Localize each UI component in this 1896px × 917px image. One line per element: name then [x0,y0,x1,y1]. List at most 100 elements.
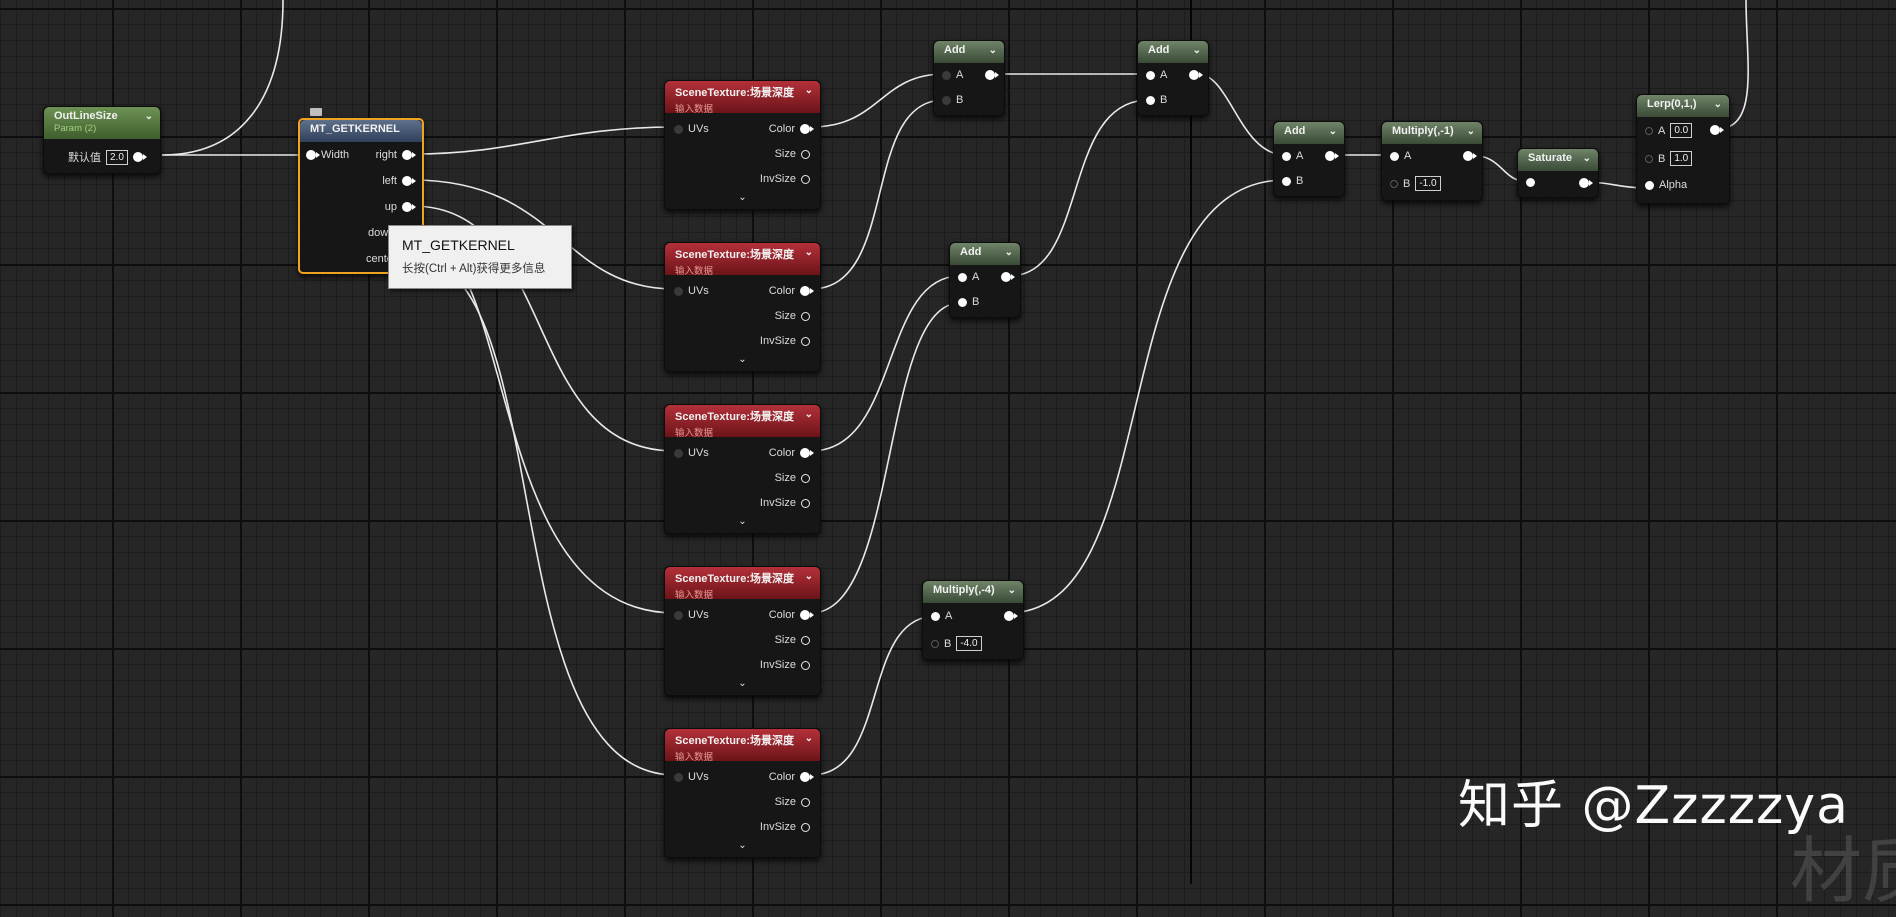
chevron-down-icon[interactable]: ⌄ [805,409,813,420]
expand-chevron-icon[interactable]: ⌄ [665,678,820,689]
input-pin-icon[interactable] [674,124,683,134]
chevron-down-icon[interactable]: ⌄ [1583,153,1591,164]
output-pin-icon[interactable] [800,610,814,620]
output-pin-icon[interactable] [1463,151,1477,161]
pin-uvs[interactable]: UVs [674,285,709,297]
output-pin-icon[interactable] [800,772,814,782]
pin-b[interactable]: B [1282,175,1303,187]
input-pin-icon[interactable] [1282,176,1291,186]
pin-a[interactable]: A [931,610,952,622]
input-pin-icon[interactable] [942,95,951,105]
pin-down[interactable]: dow [368,227,388,239]
output-pin-icon[interactable] [1325,151,1339,161]
pin-right[interactable]: right [376,149,416,161]
expand-chevron-icon[interactable]: ⌄ [665,516,820,527]
pin-invsize[interactable]: InvSize [760,173,810,185]
pin-b[interactable]: B [942,94,963,106]
pin-uvs[interactable]: UVs [674,771,709,783]
input-pin-icon[interactable] [674,448,683,458]
multiply-neg4-header[interactable]: Multiply(,-4) ⌄ [923,581,1023,603]
lerp-header[interactable]: Lerp(0,1,) ⌄ [1637,95,1729,117]
input-pin-icon[interactable] [1645,126,1653,135]
add-header[interactable]: Add ⌄ [1274,122,1344,144]
b-value-field[interactable]: -1.0 [1415,176,1441,191]
output-pin-icon[interactable] [801,336,810,346]
default-value-field[interactable]: 2.0 [106,149,128,165]
add-node-2[interactable]: Add ⌄ A B [1137,40,1209,116]
pin-a[interactable]: A [1390,150,1411,162]
b-value-field[interactable]: -4.0 [956,636,982,651]
pin-invsize[interactable]: InvSize [760,821,810,833]
output-pin-icon[interactable] [801,822,810,832]
output-pin-icon[interactable] [1710,125,1724,135]
pin-b[interactable]: B [1146,94,1167,106]
pin-size[interactable]: Size [775,634,810,646]
pin-color[interactable]: Color [769,609,814,621]
multiply-neg1-header[interactable]: Multiply(,-1) ⌄ [1382,122,1482,144]
pin-uvs[interactable]: UVs [674,123,709,135]
pin-b[interactable]: B -4.0 [931,636,982,651]
input-pin-icon[interactable] [1146,70,1155,80]
expand-chevron-icon[interactable]: ⌄ [665,354,820,365]
pin-invsize[interactable]: InvSize [760,659,810,671]
chevron-down-icon[interactable]: ⌄ [805,247,813,258]
chevron-down-icon[interactable]: ⌄ [1714,99,1722,110]
output-pin-icon[interactable] [800,286,814,296]
pin-size[interactable]: Size [775,310,810,322]
pin-invsize[interactable]: InvSize [760,335,810,347]
a-value-field[interactable]: 0.0 [1670,123,1693,138]
input-pin-icon[interactable] [942,70,951,80]
scenetexture-header[interactable]: SceneTexture:场景深度 输入数据 ⌄ [665,405,820,437]
scenetexture-node-4[interactable]: SceneTexture:场景深度 输入数据 ⌄ UVs Color Size … [664,566,821,696]
output-pin-icon[interactable] [985,70,999,80]
chevron-down-icon[interactable]: ⌄ [145,111,153,122]
output-pin-icon[interactable] [402,176,416,186]
pin-b[interactable]: B -1.0 [1390,176,1441,191]
multiply-neg4-node[interactable]: Multiply(,-4) ⌄ A B -4.0 [922,580,1024,660]
input-pin-icon[interactable] [958,297,967,307]
pin-a[interactable]: A [1282,150,1303,162]
chevron-down-icon[interactable]: ⌄ [805,571,813,582]
pin-invsize[interactable]: InvSize [760,497,810,509]
output-pin-icon[interactable] [801,311,810,321]
output-pin-icon[interactable] [801,498,810,508]
pin-color[interactable]: Color [769,123,814,135]
scenetexture-node-2[interactable]: SceneTexture:场景深度 输入数据 ⌄ UVs Color Size … [664,242,821,372]
add-node-3[interactable]: Add ⌄ A B [949,242,1021,318]
chevron-down-icon[interactable]: ⌄ [805,85,813,96]
scenetexture-header[interactable]: SceneTexture:场景深度 输入数据 ⌄ [665,243,820,275]
pin-b[interactable]: B 1.0 [1645,151,1693,166]
input-pin-icon[interactable] [306,150,320,160]
add-node-1[interactable]: Add ⌄ A B [933,40,1005,116]
output-pin-icon[interactable] [801,660,810,670]
comment-bubble-icon[interactable] [310,108,322,116]
scenetexture-header[interactable]: SceneTexture:场景深度 输入数据 ⌄ [665,81,820,113]
lerp-node[interactable]: Lerp(0,1,) ⌄ A 0.0 B 1.0 Alpha [1636,94,1730,204]
input-pin-icon[interactable] [1645,154,1653,163]
chevron-down-icon[interactable]: ⌄ [1193,45,1201,56]
pin-a[interactable]: A [1146,69,1167,81]
saturate-node[interactable]: Saturate ⌄ [1517,148,1599,198]
input-pin-icon[interactable] [674,772,683,782]
output-pin-icon[interactable] [801,635,810,645]
input-pin-icon[interactable] [958,272,967,282]
add-header[interactable]: Add ⌄ [934,41,1004,63]
scenetexture-node-3[interactable]: SceneTexture:场景深度 输入数据 ⌄ UVs Color Size … [664,404,821,534]
add-node-4[interactable]: Add ⌄ A B [1273,121,1345,197]
pin-uvs[interactable]: UVs [674,447,709,459]
pin-up[interactable]: up [385,201,416,213]
output-pin-icon[interactable] [801,149,810,159]
scenetexture-header[interactable]: SceneTexture:场景深度 输入数据 ⌄ [665,567,820,599]
scenetexture-node-5[interactable]: SceneTexture:场景深度 输入数据 ⌄ UVs Color Size … [664,728,821,858]
saturate-header[interactable]: Saturate ⌄ [1518,149,1598,171]
getkernel-header[interactable]: MT_GETKERNEL [300,120,422,142]
pin-size[interactable]: Size [775,148,810,160]
chevron-down-icon[interactable]: ⌄ [989,45,997,56]
multiply-neg1-node[interactable]: Multiply(,-1) ⌄ A B -1.0 [1381,121,1483,201]
input-pin-icon[interactable] [1645,180,1654,190]
output-pin-icon[interactable] [132,152,147,162]
input-pin-icon[interactable] [674,286,683,296]
pin-a[interactable]: A 0.0 [1645,123,1693,138]
pin-a[interactable]: A [942,69,963,81]
output-pin-icon[interactable] [801,174,810,184]
